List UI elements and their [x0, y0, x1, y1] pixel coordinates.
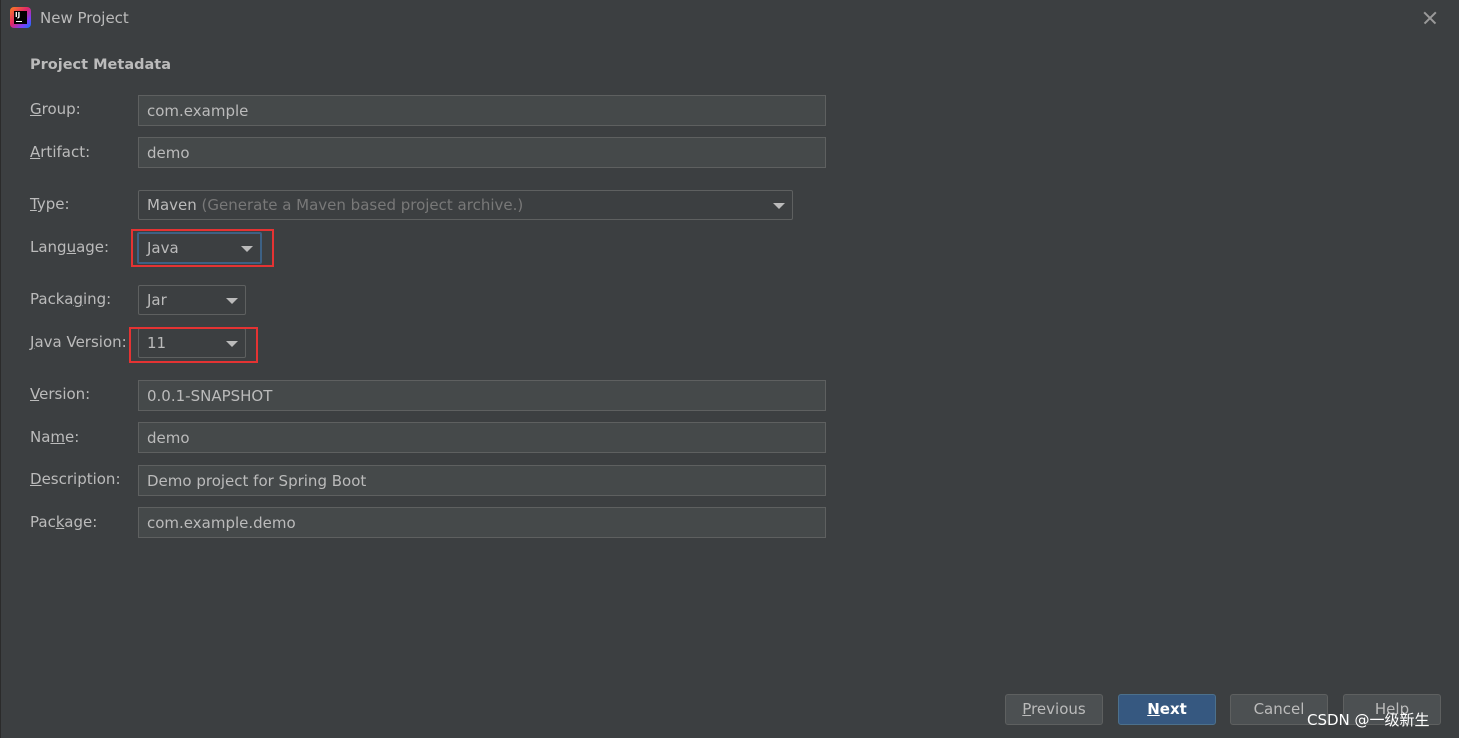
- packaging-label: Packaging:: [30, 290, 112, 308]
- type-label: Type:: [30, 195, 70, 213]
- artifact-label: Artifact:: [30, 143, 91, 161]
- packaging-value: Jar: [147, 291, 167, 309]
- package-label: Package:: [30, 513, 98, 531]
- window-title: New Project: [40, 9, 129, 27]
- language-label: Language:: [30, 238, 110, 256]
- chevron-down-icon: [241, 246, 253, 252]
- java-version-label: Java Version:: [30, 333, 127, 351]
- version-field[interactable]: [138, 380, 826, 411]
- type-value: Maven: [147, 196, 197, 214]
- chevron-down-icon: [226, 298, 238, 304]
- watermark: CSDN @一级新生: [1307, 711, 1430, 729]
- section-title: Project Metadata: [30, 57, 171, 73]
- java-version-dropdown[interactable]: 11: [138, 328, 246, 358]
- type-dropdown[interactable]: Maven (Generate a Maven based project ar…: [138, 190, 793, 220]
- java-version-value: 11: [147, 334, 167, 352]
- chevron-down-icon: [226, 341, 238, 347]
- group-field[interactable]: [138, 95, 826, 126]
- version-label: Version:: [30, 385, 91, 403]
- title-bar: IJ New Project: [1, 0, 1459, 36]
- artifact-field[interactable]: [138, 137, 826, 168]
- next-button[interactable]: Next: [1118, 694, 1216, 725]
- description-field[interactable]: [138, 465, 826, 496]
- language-value: Java: [147, 239, 179, 257]
- group-label: Group:: [30, 100, 81, 118]
- name-label: Name:: [30, 428, 80, 446]
- packaging-dropdown[interactable]: Jar: [138, 285, 246, 315]
- name-field[interactable]: [138, 422, 826, 453]
- previous-button[interactable]: Previous: [1005, 694, 1103, 725]
- description-label: Description:: [30, 470, 121, 488]
- new-project-dialog: IJ New Project Project Metadata Group: A…: [0, 0, 1459, 738]
- language-dropdown[interactable]: Java: [137, 232, 262, 264]
- package-field[interactable]: [138, 507, 826, 538]
- close-icon[interactable]: [1420, 8, 1440, 28]
- type-hint: (Generate a Maven based project archive.…: [201, 196, 524, 214]
- chevron-down-icon: [773, 203, 785, 209]
- intellij-logo-icon: IJ: [10, 7, 31, 28]
